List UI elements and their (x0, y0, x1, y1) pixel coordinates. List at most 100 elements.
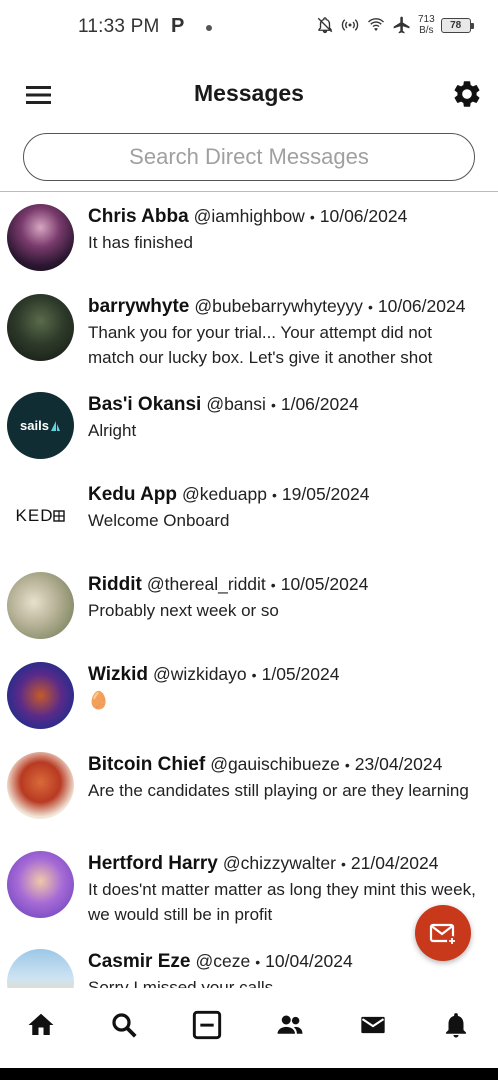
contact-name: Riddit (88, 574, 142, 595)
separator-dot: • (255, 954, 261, 970)
contact-name: barrywhyte (88, 296, 190, 317)
notification-dot (206, 25, 212, 31)
conversation-item[interactable]: Casmir Eze @ceze • 10/04/2024 Sorry I mi… (0, 949, 498, 988)
kedu-logo-icon (53, 509, 66, 522)
new-message-button[interactable] (415, 905, 471, 961)
message-preview: Thank you for your trial... Your attempt… (88, 323, 433, 367)
nav-home[interactable] (24, 1008, 58, 1042)
avatar (7, 294, 74, 361)
message-preview: Sorry I missed your calls (88, 978, 274, 988)
message-date: 1/05/2024 (261, 664, 340, 684)
contact-handle: @ceze (195, 951, 251, 971)
message-preview: Are the candidates still playing or are … (88, 781, 469, 800)
nav-notifications[interactable] (439, 1008, 473, 1042)
separator-dot: • (270, 577, 276, 593)
message-date: 10/04/2024 (265, 951, 353, 971)
network-speed-unit: B/s (419, 25, 434, 36)
conversation-item[interactable]: Chris Abba @iamhighbow • 10/06/2024 It h… (0, 204, 498, 284)
conversation-header: Bas'i Okansi @bansi • 1/06/2024 (88, 392, 359, 417)
conversation-header: Riddit @thereal_riddit • 10/05/2024 (88, 572, 368, 597)
page-title: Messages (194, 80, 304, 106)
new-message-icon (429, 923, 457, 946)
battery-icon: 78 (440, 17, 474, 33)
conversation-item[interactable]: Bitcoin Chief @gauischibueze • 23/04/202… (0, 752, 498, 842)
conversation-header: barrywhyte @bubebarrywhyteyyy • 10/06/20… (88, 294, 465, 319)
message-preview: Probably next week or so (88, 601, 279, 620)
conversation-list: Chris Abba @iamhighbow • 10/06/2024 It h… (0, 192, 498, 988)
status-icons: 713 B/s 78 (316, 14, 474, 36)
status-bar: 11:33 PM P 713 B/s 78 (0, 0, 498, 56)
avatar (7, 204, 74, 271)
message-date: 1/06/2024 (280, 394, 359, 414)
avatar (7, 662, 74, 729)
gear-icon[interactable] (451, 78, 483, 110)
nav-search[interactable] (107, 1008, 141, 1042)
message-preview: It has finished (88, 233, 193, 252)
conversation-header: Bitcoin Chief @gauischibueze • 23/04/202… (88, 752, 442, 777)
message-preview: 🥚 (88, 691, 110, 710)
separator-dot: • (344, 757, 350, 773)
network-speed-value: 713 (418, 14, 435, 25)
message-date: 19/05/2024 (281, 484, 370, 504)
bottom-nav (0, 988, 498, 1068)
search-icon (112, 1013, 137, 1038)
contact-handle: @thereal_riddit (146, 574, 266, 594)
contact-name: Bitcoin Chief (88, 754, 206, 775)
avatar-logo-text: sails (20, 418, 49, 433)
contact-handle: @iamhighbow (193, 206, 305, 226)
nav-messages[interactable] (356, 1008, 390, 1042)
nav-people[interactable] (273, 1008, 307, 1042)
system-navigation-bar (0, 1068, 498, 1080)
contact-handle: @bubebarrywhyteyyy (194, 296, 363, 316)
contact-handle: @gauischibueze (210, 754, 340, 774)
message-date: 10/06/2024 (319, 206, 408, 226)
contact-name: Kedu App (88, 484, 178, 505)
contact-name: Casmir Eze (88, 951, 191, 972)
conversation-header: Casmir Eze @ceze • 10/04/2024 (88, 949, 353, 974)
contact-handle: @wizkidayo (153, 664, 247, 684)
avatar (7, 572, 74, 639)
people-icon (277, 1015, 303, 1034)
sail-logo-icon (50, 420, 60, 431)
search-bar[interactable] (23, 133, 475, 181)
avatar (7, 949, 74, 988)
avatar (7, 851, 74, 918)
hotspot-icon (341, 19, 359, 31)
message-preview: Alright (88, 421, 137, 440)
message-preview: Welcome Onboard (88, 511, 230, 530)
separator-dot: • (340, 856, 346, 872)
contact-name: Wizkid (88, 664, 148, 685)
conversation-item[interactable]: barrywhyte @bubebarrywhyteyyy • 10/06/20… (0, 294, 498, 384)
separator-dot: • (251, 667, 257, 683)
conversation-header: Kedu App @keduapp • 19/05/2024 (88, 482, 369, 507)
separator-dot: • (270, 397, 276, 413)
separator-dot: • (367, 299, 373, 315)
silent-bell-icon (317, 17, 333, 34)
avatar-logo-text: KED (15, 505, 54, 525)
conversation-header: Chris Abba @iamhighbow • 10/06/2024 (88, 204, 407, 229)
conversation-item[interactable]: sails Bas'i Okansi @bansi • 1/06/2024 Al… (0, 392, 498, 472)
airplane-icon (393, 16, 410, 34)
avatar (7, 752, 74, 819)
nav-minus-box[interactable] (190, 1008, 224, 1042)
message-date: 21/04/2024 (350, 853, 439, 873)
minus-box-icon (192, 1010, 222, 1040)
conversation-item[interactable]: Wizkid @wizkidayo • 1/05/2024 🥚 (0, 662, 498, 742)
conversation-header: Hertford Harry @chizzywalter • 21/04/202… (88, 851, 439, 876)
message-date: 23/04/2024 (354, 754, 443, 774)
separator-dot: • (309, 209, 315, 225)
avatar: sails (7, 392, 74, 459)
separator-dot: • (271, 487, 277, 503)
wifi-icon (368, 18, 384, 31)
contact-handle: @bansi (206, 394, 266, 414)
conversation-item[interactable]: Riddit @thereal_riddit • 10/05/2024 Prob… (0, 572, 498, 652)
message-date: 10/05/2024 (280, 574, 369, 594)
conversation-header: Wizkid @wizkidayo • 1/05/2024 (88, 662, 339, 687)
message-date: 10/06/2024 (377, 296, 466, 316)
conversation-item[interactable]: KED Kedu App @keduapp • 19/05/2024 Welco… (0, 482, 498, 562)
mail-icon (361, 1016, 385, 1034)
status-time: 11:33 PM (78, 16, 160, 37)
search-input[interactable] (24, 144, 474, 170)
avatar: KED (7, 482, 74, 549)
app-header: Messages (0, 70, 498, 120)
